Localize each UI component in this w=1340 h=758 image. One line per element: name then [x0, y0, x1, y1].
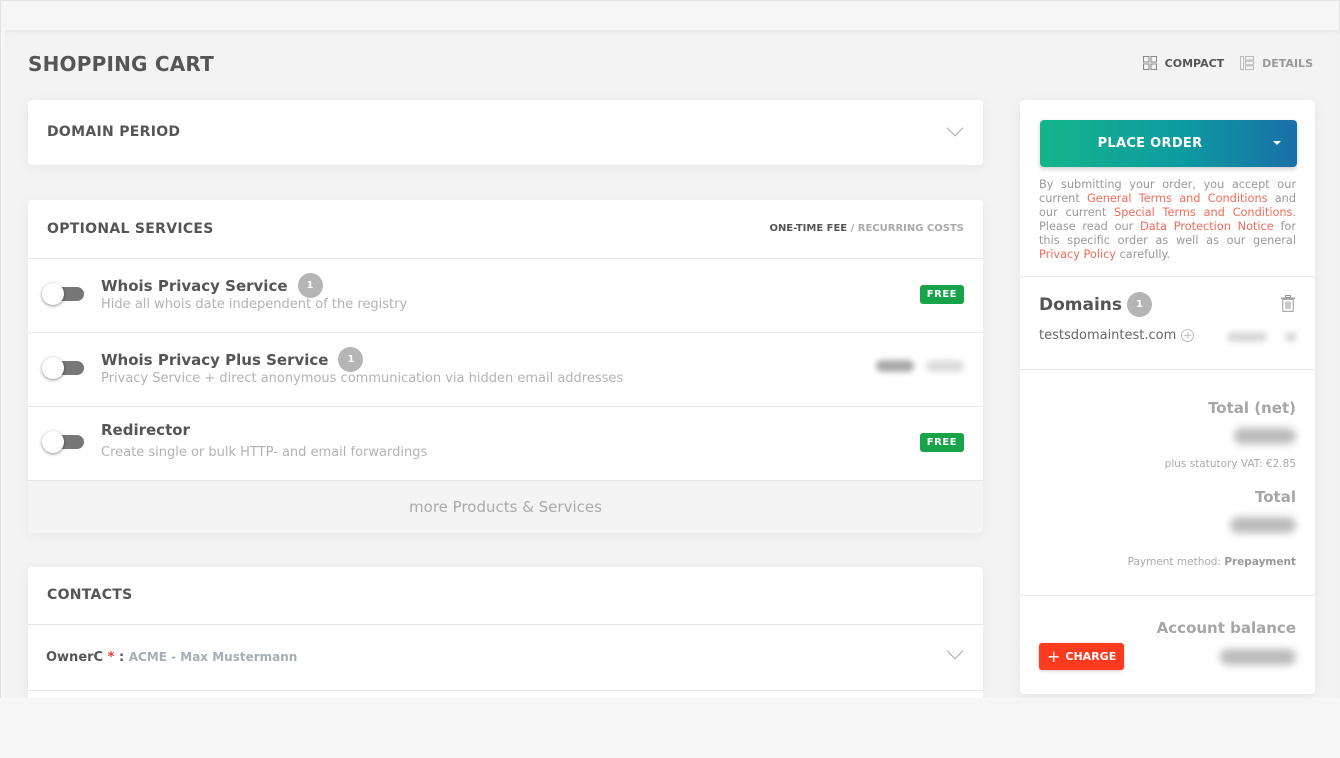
- optional-services-panel: OPTIONAL SERVICES ONE-TIME FEE / RECURRI…: [28, 200, 983, 533]
- contact-type: OwnerC: [46, 650, 104, 665]
- vat-text: plus statutory VAT: €2.85: [1164, 458, 1296, 470]
- place-order-label: PLACE ORDER: [1097, 136, 1203, 151]
- blurred-total: [1230, 517, 1296, 533]
- blurred-account-balance: [1220, 649, 1296, 665]
- divider: [1020, 276, 1315, 277]
- domain-item: testsdomaintest.com +: [1039, 328, 1195, 343]
- terms-text: By submitting your order, you accept our…: [1039, 178, 1296, 262]
- page-title: SHOPPING CART: [28, 52, 214, 76]
- service-description: Hide all whois date independent of the r…: [101, 297, 408, 312]
- view-compact-label: COMPACT: [1164, 56, 1225, 70]
- chevron-down-icon[interactable]: [946, 642, 964, 660]
- service-description: Privacy Service + direct anonymous commu…: [101, 371, 624, 386]
- fee-recurring[interactable]: RECURRING COSTS: [858, 223, 964, 234]
- blurred-total-net: [1234, 428, 1296, 444]
- chevron-down-icon[interactable]: [946, 119, 964, 137]
- view-details-label: DETAILS: [1262, 56, 1313, 70]
- caret-down-icon[interactable]: [1273, 141, 1281, 145]
- contacts-header: CONTACTS: [28, 567, 983, 625]
- blurred-price: [876, 360, 964, 372]
- domain-name: testsdomaintest.com: [1039, 328, 1177, 343]
- plus-icon: +: [1047, 646, 1061, 666]
- service-name-text: Redirector: [101, 421, 190, 439]
- optional-services-header: OPTIONAL SERVICES ONE-TIME FEE / RECURRI…: [28, 200, 983, 259]
- general-terms-link[interactable]: General Terms and Conditions: [1087, 192, 1268, 205]
- page-footer-area: [0, 698, 1340, 758]
- domains-title: Domains: [1039, 294, 1123, 315]
- service-row: Redirector Create single or bulk HTTP- a…: [28, 407, 983, 481]
- free-badge: FREE: [919, 433, 964, 452]
- service-name: Redirector: [101, 421, 190, 439]
- view-compact-button[interactable]: COMPACT: [1142, 56, 1225, 70]
- terms-text-part: carefully.: [1116, 248, 1171, 261]
- total-label: Total: [1255, 488, 1296, 506]
- trash-icon[interactable]: [1281, 295, 1295, 312]
- service-toggle[interactable]: [42, 357, 84, 379]
- charge-button[interactable]: + CHARGE: [1039, 643, 1125, 670]
- service-name: Whois Privacy Plus Service 1: [101, 347, 364, 372]
- place-order-button[interactable]: PLACE ORDER: [1040, 120, 1297, 167]
- service-name-text: Whois Privacy Plus Service: [101, 350, 329, 369]
- contact-separator: :: [114, 650, 129, 665]
- order-summary-sidebar: PLACE ORDER By submitting your order, yo…: [1020, 100, 1315, 694]
- view-switch: COMPACT DETAILS: [1142, 56, 1313, 70]
- free-badge: FREE: [919, 285, 964, 304]
- account-balance-label: Account balance: [1156, 619, 1296, 637]
- domain-period-panel[interactable]: DOMAIN PERIOD: [28, 100, 983, 165]
- count-badge: 1: [297, 273, 323, 298]
- contact-row-ownerc[interactable]: OwnerC * : ACME - Max Mustermann: [28, 625, 983, 691]
- domains-heading: Domains 1: [1039, 292, 1153, 317]
- plus-circle-icon[interactable]: +: [1181, 329, 1195, 342]
- payment-method-label: Payment method:: [1127, 556, 1225, 568]
- contact-value: ACME - Max Mustermann: [128, 650, 298, 664]
- service-toggle[interactable]: [42, 431, 84, 453]
- divider: [1020, 369, 1315, 370]
- service-row: Whois Privacy Service 1 Hide all whois d…: [28, 259, 983, 333]
- fee-one-time[interactable]: ONE-TIME FEE: [769, 223, 847, 234]
- more-products-button[interactable]: more Products & Services: [28, 481, 983, 533]
- grid-icon: [1142, 56, 1157, 70]
- optional-services-title: OPTIONAL SERVICES: [47, 221, 214, 237]
- list-icon: [1240, 56, 1255, 70]
- service-name-text: Whois Privacy Service: [101, 276, 288, 295]
- contacts-title: CONTACTS: [47, 587, 133, 603]
- special-terms-link[interactable]: Special Terms and Conditions: [1114, 206, 1292, 219]
- view-details-button[interactable]: DETAILS: [1240, 56, 1313, 70]
- contact-label: OwnerC * : ACME - Max Mustermann: [46, 650, 297, 665]
- service-row: Whois Privacy Plus Service 1 Privacy Ser…: [28, 333, 983, 407]
- payment-method: Payment method: Prepayment: [1128, 556, 1296, 568]
- domains-count-badge: 1: [1127, 292, 1153, 317]
- fee-separator: /: [847, 223, 858, 234]
- service-toggle[interactable]: [42, 283, 84, 305]
- total-net-label: Total (net): [1208, 399, 1296, 417]
- fee-type-toggle[interactable]: ONE-TIME FEE / RECURRING COSTS: [769, 223, 964, 234]
- service-description: Create single or bulk HTTP- and email fo…: [101, 445, 428, 460]
- domain-period-title: DOMAIN PERIOD: [47, 124, 181, 140]
- blurred-domain-price: [1227, 332, 1297, 342]
- charge-label: CHARGE: [1065, 650, 1117, 663]
- divider: [1020, 595, 1315, 596]
- count-badge: 1: [338, 347, 364, 372]
- service-name: Whois Privacy Service 1: [101, 273, 323, 298]
- payment-method-value: Prepayment: [1224, 556, 1296, 568]
- privacy-policy-link[interactable]: Privacy Policy: [1039, 248, 1116, 261]
- contacts-panel: CONTACTS OwnerC * : ACME - Max Musterman…: [28, 567, 983, 698]
- data-protection-link[interactable]: Data Protection Notice: [1140, 220, 1274, 233]
